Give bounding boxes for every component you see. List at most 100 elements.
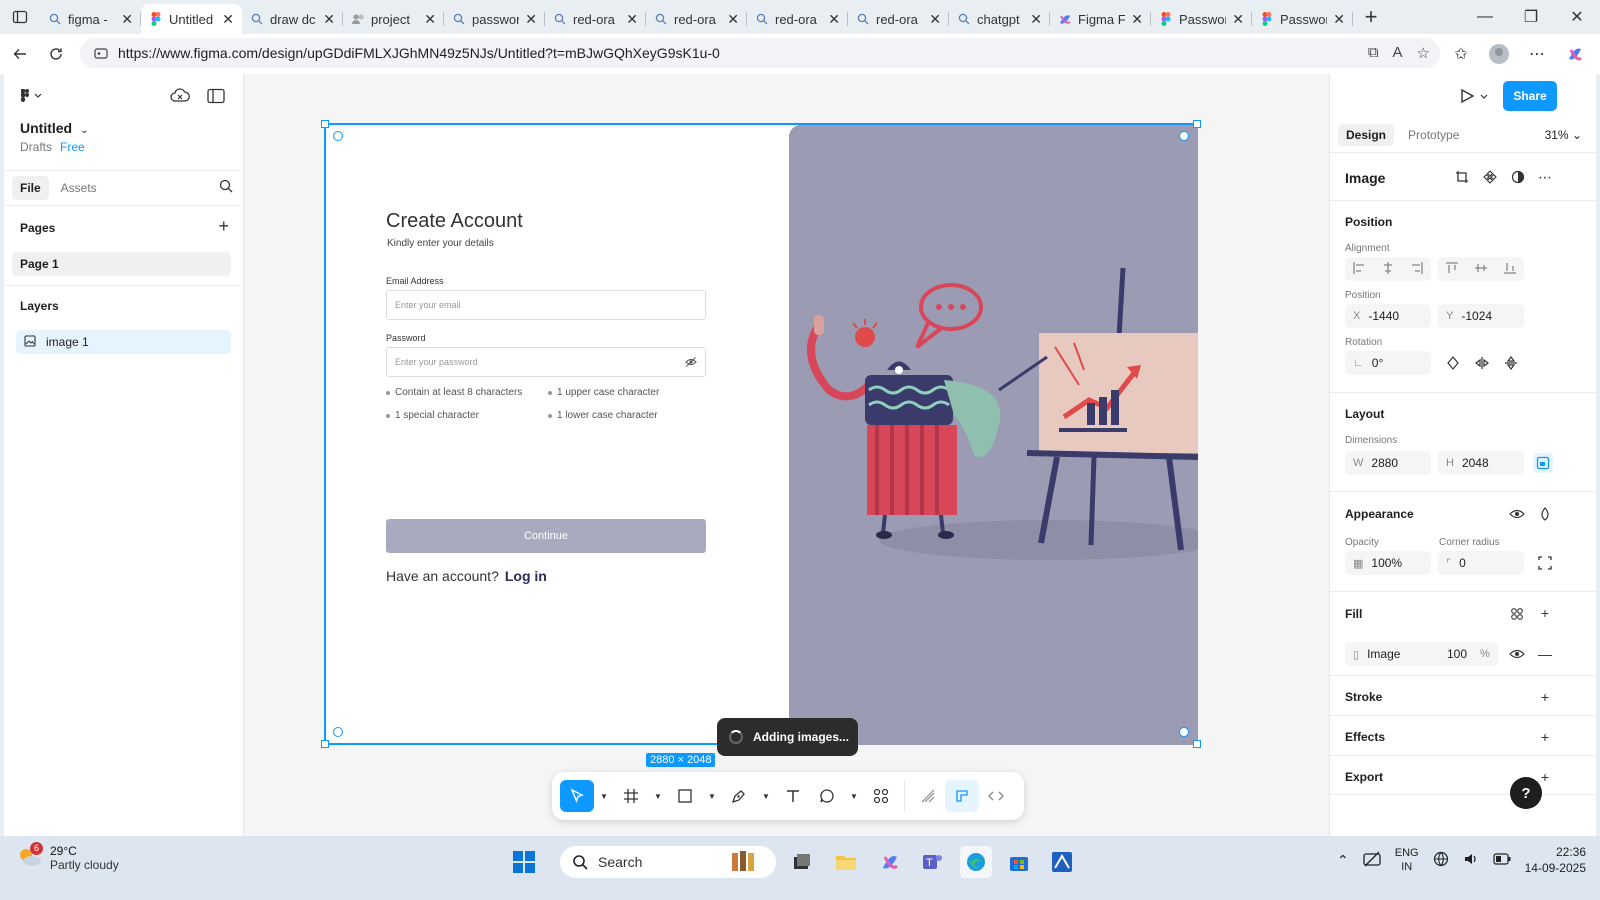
drafts-link[interactable]: Drafts <box>20 140 52 154</box>
present-icon[interactable] <box>1460 88 1490 107</box>
browser-tab[interactable]: red-ora ✕ <box>848 4 949 34</box>
search-icon[interactable] <box>219 179 233 196</box>
styles-grid-icon[interactable] <box>1507 604 1527 624</box>
browser-tab[interactable]: project ✕ <box>343 4 444 34</box>
share-button[interactable]: Share <box>1503 81 1557 111</box>
browser-tab[interactable]: red-ora ✕ <box>646 4 747 34</box>
profile-avatar[interactable] <box>1484 39 1514 69</box>
cloud-save-icon[interactable] <box>170 87 190 108</box>
close-tab-icon[interactable]: ✕ <box>929 11 941 28</box>
close-tab-icon[interactable]: ✕ <box>424 11 436 28</box>
move-tool-icon[interactable] <box>560 780 594 812</box>
x-position-field[interactable]: X -1440 <box>1345 304 1431 328</box>
frame-tool-icon[interactable] <box>614 780 648 812</box>
align-bottom-icon[interactable] <box>1503 261 1517 278</box>
page-item[interactable]: Page 1 <box>12 252 231 276</box>
chevron-down-icon[interactable]: ▼ <box>756 792 776 801</box>
rotate-handle[interactable] <box>1179 131 1189 141</box>
align-top-icon[interactable] <box>1445 261 1459 278</box>
close-tab-icon[interactable]: ✕ <box>1030 11 1042 28</box>
chevron-down-icon[interactable]: ▼ <box>844 792 864 801</box>
chevron-down-icon[interactable]: ▼ <box>594 792 614 801</box>
rotate-handle[interactable] <box>1179 727 1189 737</box>
clock[interactable]: 22:36 14-09-2025 <box>1525 844 1586 876</box>
rotate-handle[interactable] <box>333 131 343 141</box>
rotate-90-icon[interactable] <box>1443 353 1463 373</box>
align-center-h-icon[interactable] <box>1381 261 1395 278</box>
resize-handle[interactable] <box>321 120 329 128</box>
tab-assets[interactable]: Assets <box>53 176 105 200</box>
back-icon[interactable] <box>2 36 38 72</box>
component-icon[interactable] <box>1480 167 1500 187</box>
zoom-dropdown[interactable]: 31% ⌄ <box>1545 128 1582 142</box>
close-window-icon[interactable]: ✕ <box>1554 0 1600 34</box>
more-options-icon[interactable]: ⋯ <box>1535 167 1555 187</box>
align-left-icon[interactable] <box>1352 261 1366 278</box>
file-title[interactable]: Untitled ⌄ <box>20 120 89 136</box>
tab-prototype[interactable]: Prototype <box>1400 124 1467 146</box>
browser-tab[interactable]: passwor ✕ <box>444 4 545 34</box>
height-field[interactable]: H 2048 <box>1438 451 1524 475</box>
copilot-icon[interactable] <box>1560 39 1590 69</box>
teams-icon[interactable]: T <box>916 846 948 878</box>
align-middle-icon[interactable] <box>1474 261 1488 278</box>
align-right-icon[interactable] <box>1410 261 1424 278</box>
browser-tab[interactable]: Passwor ✕ <box>1252 4 1353 34</box>
network-off-icon[interactable] <box>1363 851 1381 870</box>
favorite-star-icon[interactable]: ☆ <box>1417 44 1430 62</box>
app-icon[interactable] <box>1046 846 1078 878</box>
battery-icon[interactable] <box>1493 852 1511 868</box>
fill-visibility-eye-icon[interactable] <box>1507 644 1527 664</box>
favorites-icon[interactable]: ✩ <box>1446 39 1476 69</box>
copilot-app-icon[interactable] <box>874 846 906 878</box>
figma-menu-icon[interactable] <box>20 88 42 107</box>
text-tool-icon[interactable] <box>776 780 810 812</box>
close-tab-icon[interactable]: ✕ <box>828 11 840 28</box>
chevron-down-icon[interactable]: ▼ <box>648 792 668 801</box>
url-text[interactable]: https://www.figma.com/design/upGDdiFMLXJ… <box>118 45 720 61</box>
close-tab-icon[interactable]: ✕ <box>121 11 133 28</box>
close-tab-icon[interactable]: ✕ <box>525 11 537 28</box>
design-mode-icon[interactable] <box>945 780 979 812</box>
browser-tab[interactable]: draw dc ✕ <box>242 4 343 34</box>
store-icon[interactable] <box>1003 846 1035 878</box>
constrain-proportions-icon[interactable] <box>1533 453 1553 473</box>
close-tab-icon[interactable]: ✕ <box>1131 11 1143 28</box>
volume-icon[interactable] <box>1463 851 1479 870</box>
draw-mode-icon[interactable] <box>911 780 945 812</box>
app-available-icon[interactable]: ⧉ <box>1368 44 1379 62</box>
comment-tool-icon[interactable] <box>810 780 844 812</box>
close-tab-icon[interactable]: ✕ <box>1333 11 1345 28</box>
flip-horizontal-icon[interactable] <box>1472 353 1492 373</box>
task-view-icon[interactable] <box>786 846 818 878</box>
close-tab-icon[interactable]: ✕ <box>222 11 234 28</box>
pen-tool-icon[interactable] <box>722 780 756 812</box>
resize-handle[interactable] <box>321 740 329 748</box>
add-fill-icon[interactable]: + <box>1535 603 1555 623</box>
edge-icon[interactable] <box>960 846 992 878</box>
rotate-handle[interactable] <box>333 727 343 737</box>
blend-mode-icon[interactable] <box>1535 504 1555 524</box>
minimize-icon[interactable]: — <box>1462 0 1508 34</box>
plan-badge[interactable]: Free <box>60 140 85 154</box>
close-tab-icon[interactable]: ✕ <box>323 11 335 28</box>
toggle-ui-icon[interactable] <box>207 88 225 107</box>
chevron-down-icon[interactable]: ▼ <box>702 792 722 801</box>
tab-file[interactable]: File <box>12 176 49 200</box>
browser-tab[interactable]: red-ora ✕ <box>747 4 848 34</box>
tab-design[interactable]: Design <box>1338 124 1395 146</box>
file-explorer-icon[interactable] <box>830 846 862 878</box>
browser-tab[interactable]: Passwor ✕ <box>1151 4 1252 34</box>
taskbar-search[interactable]: Search <box>560 846 776 878</box>
add-effect-icon[interactable]: + <box>1535 727 1555 747</box>
add-page-icon[interactable]: + <box>218 216 229 237</box>
maximize-icon[interactable]: ❐ <box>1508 0 1554 34</box>
browser-tab[interactable]: red-ora ✕ <box>545 4 646 34</box>
flip-vertical-icon[interactable] <box>1501 353 1521 373</box>
address-bar[interactable]: https://www.figma.com/design/upGDdiFMLXJ… <box>80 38 1440 68</box>
browser-tab[interactable]: Untitled ✕ <box>141 4 242 34</box>
actions-tool-icon[interactable] <box>864 780 898 812</box>
browser-tab[interactable]: Figma F ✕ <box>1050 4 1151 34</box>
add-stroke-icon[interactable]: + <box>1535 687 1555 707</box>
mask-icon[interactable] <box>1508 167 1528 187</box>
